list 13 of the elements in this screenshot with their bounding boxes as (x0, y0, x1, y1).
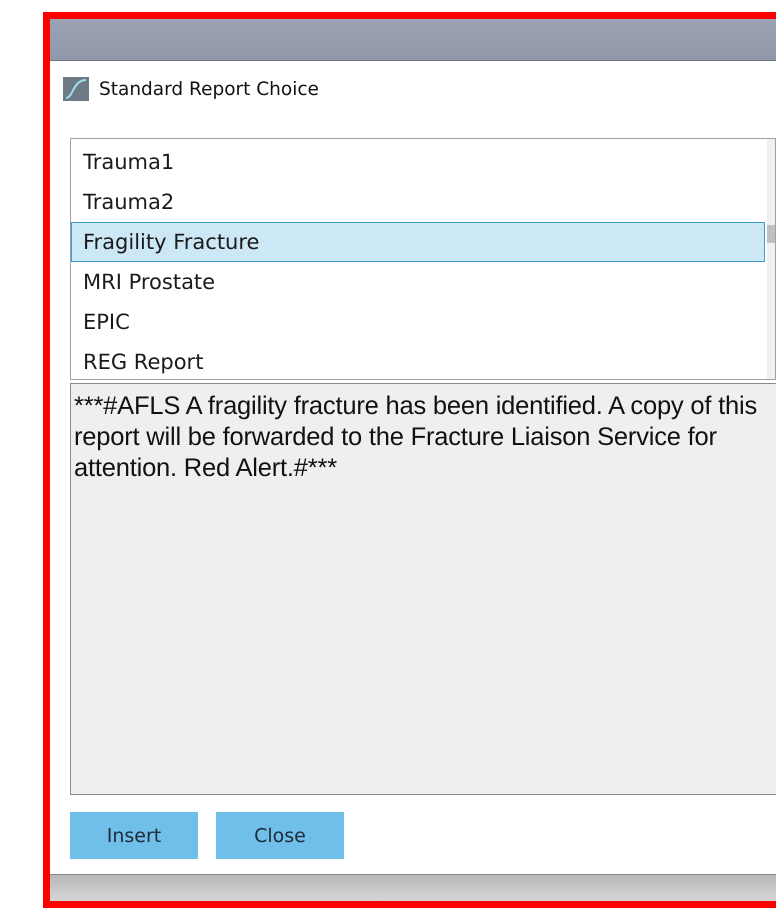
curve-icon (63, 77, 89, 101)
report-list-item[interactable]: Trauma1 (71, 142, 765, 182)
report-list-item[interactable]: EPIC (71, 302, 765, 342)
close-button[interactable]: Close (216, 812, 344, 859)
report-list-item[interactable]: Fragility Fracture (71, 222, 765, 262)
dialog-title: Standard Report Choice (99, 78, 319, 100)
insert-button[interactable]: Insert (70, 812, 198, 859)
report-list-item[interactable]: REG Report (71, 342, 765, 382)
report-list-item[interactable]: Trauma2 (71, 182, 765, 222)
report-text: ***#AFLS A fragility fracture has been identified. A copy of this report will be forwarded to the Fracture Liaison Service for attention. Red Alert.#*** (74, 391, 757, 484)
report-text-area[interactable]: ***#AFLS A fragility fracture has been identified. A copy of this report will be forwarded to the Fracture Liaison Service for attention. Red Alert.#*** (70, 383, 776, 795)
scrollbar[interactable] (767, 139, 775, 379)
report-list-item[interactable]: MRI Prostate (71, 262, 765, 302)
